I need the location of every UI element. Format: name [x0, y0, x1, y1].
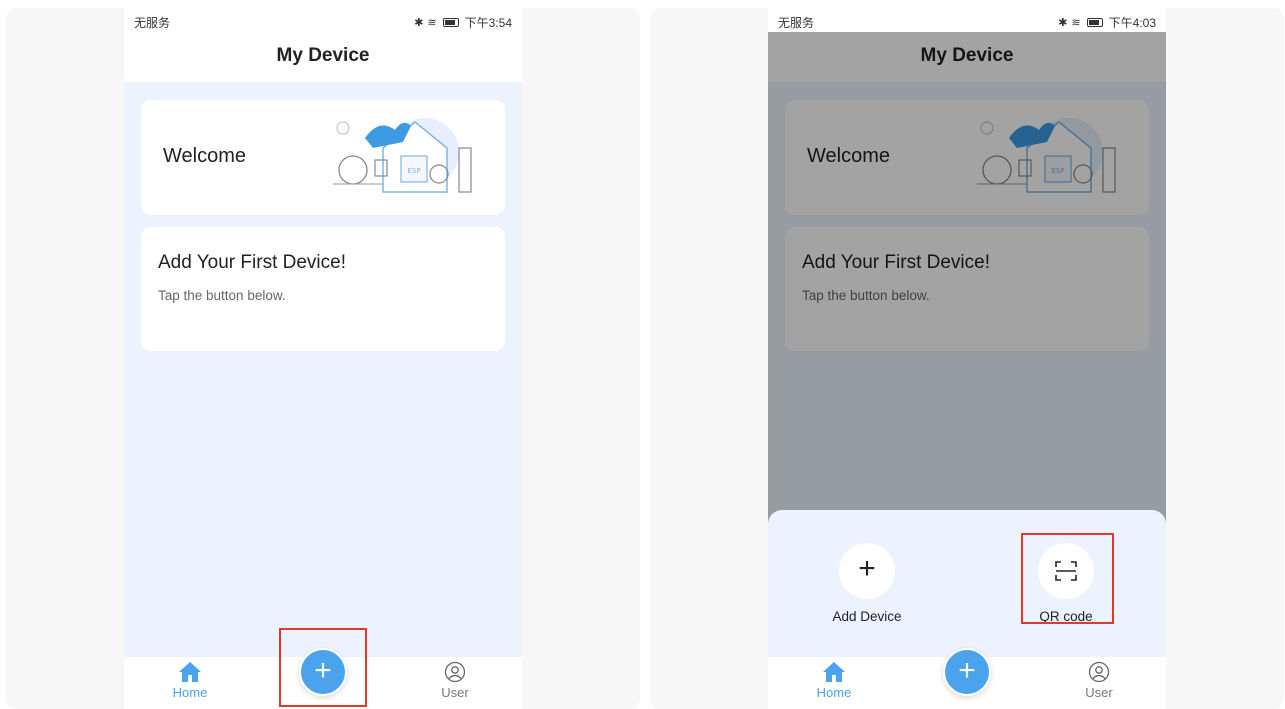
home-icon [179, 662, 201, 682]
first-device-subtitle: Tap the button below. [158, 288, 286, 303]
highlight-box-qr-code [1021, 533, 1114, 624]
status-bar: 无服务 ✱ ≋ 下午4:03 [768, 8, 1166, 32]
tab-user-label: User [1085, 685, 1113, 700]
tab-home-label: Home [172, 685, 208, 700]
welcome-text: Welcome [163, 145, 246, 167]
status-icons: ✱ ≋ 下午3:54 [414, 14, 512, 31]
battery-icon [1086, 18, 1103, 27]
welcome-card: Welcome ESP [141, 100, 505, 215]
add-fab-button[interactable]: + [943, 648, 991, 696]
tab-home[interactable]: Home [169, 661, 211, 700]
tab-user[interactable]: User [434, 661, 476, 700]
wifi-icon: ≋ [1071, 16, 1081, 29]
wifi-icon: ≋ [427, 16, 437, 29]
carrier-text: 无服务 [134, 16, 171, 30]
add-device-circle[interactable]: + [839, 543, 895, 599]
status-time: 下午3:54 [464, 16, 512, 30]
app-header: My Device [124, 32, 522, 82]
plus-icon: + [858, 552, 876, 585]
tab-home-label: Home [816, 685, 852, 700]
first-device-card: Add Your First Device! Tap the button be… [141, 227, 505, 351]
tab-user-label: User [441, 685, 469, 700]
status-bar: 无服务 ✱ ≋ 下午3:54 [124, 8, 522, 32]
status-icons: ✱ ≋ 下午4:03 [1058, 14, 1156, 31]
illustration-esp-label: ESP [407, 167, 420, 175]
smart-home-illustration-icon: ESP [333, 118, 472, 193]
add-device-option[interactable]: + Add Device [812, 543, 922, 624]
carrier-text: 无服务 [778, 16, 815, 30]
user-icon [1088, 661, 1110, 683]
battery-icon [442, 18, 459, 27]
add-device-label: Add Device [832, 609, 902, 624]
highlight-box-fab [279, 628, 367, 707]
page-title: My Device [276, 45, 370, 66]
user-icon [444, 661, 466, 683]
home-icon [823, 662, 845, 682]
bluetooth-icon: ✱ [414, 16, 424, 29]
status-time: 下午4:03 [1108, 16, 1156, 30]
bluetooth-icon: ✱ [1058, 16, 1068, 29]
tab-user[interactable]: User [1078, 661, 1120, 700]
phone-screen-home: 无服务 ✱ ≋ 下午3:54 My Device Welcome ESP Add… [124, 8, 522, 709]
screenshot-canvas: 无服务 ✱ ≋ 下午3:54 My Device Welcome ESP Add… [0, 0, 1285, 709]
first-device-title: Add Your First Device! [158, 252, 346, 273]
tab-home[interactable]: Home [813, 661, 855, 700]
